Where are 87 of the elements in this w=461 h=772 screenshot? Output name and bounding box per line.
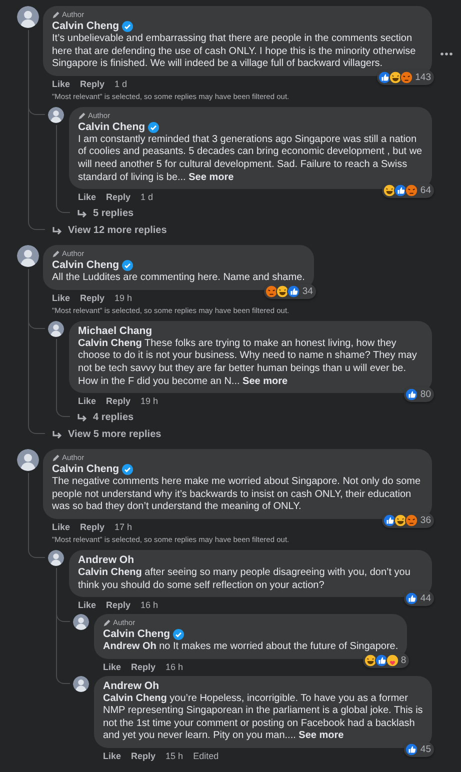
author-name[interactable]: Calvin Cheng (52, 20, 120, 33)
verified-badge-icon (122, 260, 134, 272)
reply-button[interactable]: Reply (131, 662, 156, 672)
verified-badge-icon (173, 629, 184, 640)
comment-text: Andrew Oh no It makes me worried about the future of Singapore. (103, 641, 398, 654)
edited-label: Edited (193, 751, 219, 762)
reactions-pill[interactable]: 34 (264, 284, 316, 299)
pencil-icon (103, 619, 111, 628)
thread-connector (28, 220, 45, 230)
timestamp[interactable]: 16 h (166, 662, 184, 672)
thread-line (56, 338, 58, 408)
verified-badge-icon (122, 464, 134, 476)
timestamp[interactable]: 15 h (166, 751, 184, 762)
reactions-pill[interactable]: 8 (362, 652, 410, 668)
comment-text: Calvin Cheng after seeing so many people disagreeing with you, don’t you think you should do some self reflection on your action? (78, 566, 412, 592)
reply-button[interactable]: Reply (80, 292, 105, 303)
verified-badge-icon (122, 21, 134, 32)
author-name[interactable]: Andrew Oh (78, 554, 134, 567)
author-name[interactable]: Calvin Cheng (103, 628, 170, 642)
like-button[interactable]: Like (52, 78, 70, 89)
author-name[interactable]: Calvin Cheng (78, 120, 146, 134)
like-button[interactable]: Like (103, 662, 122, 672)
thread-connector (56, 407, 70, 418)
reply-button[interactable]: Reply (106, 600, 131, 610)
reply-button[interactable]: Reply (80, 78, 105, 89)
thread-line (28, 473, 30, 545)
pencil-icon (52, 454, 60, 462)
like-button[interactable]: Like (52, 522, 70, 532)
like-button[interactable]: Like (78, 600, 96, 610)
like-button[interactable]: Like (78, 192, 96, 202)
comment-text: Calvin Cheng These folks are trying to make an honest living, how they choose to do it is not your business. Why need to name n shame? They may not be tech savvy but they are far better human beings than u will ever be. How in the F did you become an N... See more (78, 338, 418, 388)
reactions-pill[interactable]: 45 (404, 742, 434, 758)
timestamp[interactable]: 1 d (114, 78, 128, 89)
avatar[interactable] (17, 449, 39, 472)
reply-arrow-icon (52, 226, 63, 236)
author-name[interactable]: Michael Chang (78, 324, 152, 338)
timestamp[interactable]: 19 h (114, 292, 132, 303)
see-more-link[interactable]: See more (242, 376, 288, 387)
thread-connector (56, 672, 70, 684)
reply-arrow-icon (52, 430, 63, 440)
view-replies-link[interactable]: View 5 more replies (48, 428, 162, 442)
reactions-pill[interactable]: 80 (404, 387, 434, 402)
pencil-icon (52, 11, 60, 19)
timestamp[interactable]: 17 h (114, 522, 132, 532)
author-name[interactable]: Calvin Cheng (52, 463, 120, 476)
timestamp[interactable]: 1 d (140, 192, 154, 202)
comment-text: It’s unbelievable and embarrassing that there are people in the comments section here that are defending the use of cash ONLY. I hope this is the minority otherwise Singapore is finished. We will indeed be a village full of backward villagers. (52, 33, 417, 71)
view-replies-link[interactable]: 5 replies (73, 207, 134, 220)
like-button[interactable]: Like (103, 751, 122, 762)
view-replies-link[interactable]: 4 replies (73, 411, 134, 424)
view-replies-link[interactable]: View 12 more replies (48, 224, 167, 238)
reply-arrow-icon (77, 412, 88, 423)
pencil-icon (52, 250, 60, 258)
comment-text: I am constantly reminded that 3 generations ago Singapore was still a nation of coolies and peasants. 5 decades can bring economic development , but we will need another 5 for cultural development. Sad. Failure to reach a Swiss standard of living is be... See more (78, 134, 423, 184)
avatar[interactable] (73, 676, 89, 692)
avatar[interactable] (73, 614, 89, 630)
thread-connector (28, 544, 45, 558)
avatar[interactable] (48, 106, 64, 123)
see-more-link[interactable]: See more (188, 172, 234, 183)
verified-badge-icon (148, 122, 160, 133)
reactions-pill[interactable]: 143 (377, 70, 434, 85)
see-more-link[interactable]: See more (298, 730, 344, 742)
like-button[interactable]: Like (78, 396, 96, 406)
author-name[interactable]: Calvin Cheng (52, 259, 120, 272)
avatar[interactable] (48, 550, 64, 566)
reactions-pill[interactable]: 36 (382, 512, 434, 528)
reactions-pill[interactable]: 44 (404, 591, 434, 606)
timestamp[interactable]: 19 h (140, 396, 158, 406)
comment-text: The negative comments here make me worried about Singapore. Not only do some people not understand why it’s backwards to insist on cash ONLY, their education was so bad they don’t understand the meaning of ONLY. (52, 476, 422, 514)
avatar[interactable] (17, 6, 39, 28)
reply-button[interactable]: Reply (106, 192, 131, 202)
avatar[interactable] (48, 320, 64, 337)
more-options-icon[interactable] (440, 52, 453, 56)
timestamp[interactable]: 16 h (140, 600, 158, 610)
thread-connector (28, 424, 45, 434)
reply-button[interactable]: Reply (106, 396, 131, 406)
reply-button[interactable]: Reply (80, 522, 105, 532)
thread-connector (56, 203, 70, 214)
pencil-icon (78, 112, 86, 120)
reactions-pill[interactable]: 64 (382, 183, 434, 198)
comment-text: All the Luddites are commenting here. Name and shame. (52, 272, 305, 285)
like-button[interactable]: Like (52, 292, 70, 303)
reply-arrow-icon (77, 208, 88, 219)
reply-button[interactable]: Reply (131, 751, 156, 762)
avatar[interactable] (17, 245, 39, 268)
comment-text: Calvin Cheng you’re Hopeless, incorrigible. To have you as a former NMP representing Singaporean in the parliament is a global joke. This is not the 1st time your comment or posting on Facebook had a backlash and yet you never learn. Pity on you man.... See more (103, 692, 423, 744)
author-name[interactable]: Andrew Oh (103, 680, 160, 693)
